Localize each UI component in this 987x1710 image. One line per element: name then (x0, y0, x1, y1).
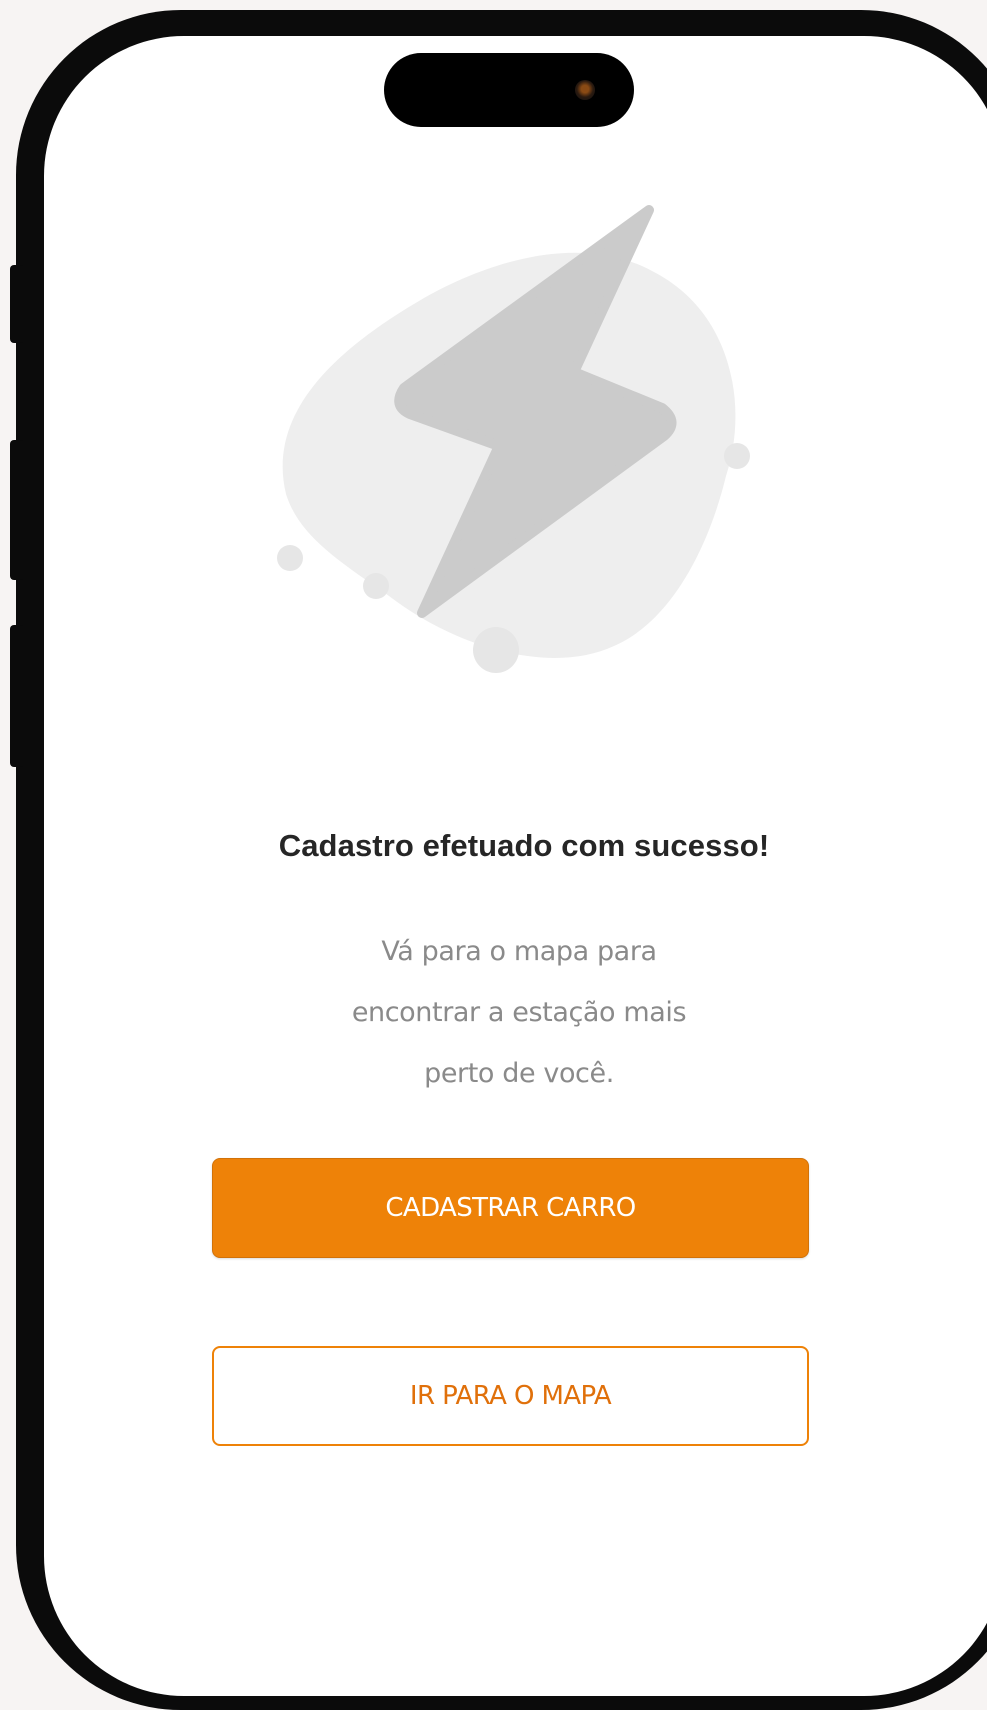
register-car-button-label: CADASTRAR CARRO (385, 1193, 636, 1223)
decor-circle (724, 443, 750, 469)
go-to-map-button-label: IR PARA O MAPA (409, 1381, 612, 1411)
phone-side-button-top (10, 265, 24, 343)
success-message-line: encontrar a estação mais (351, 997, 687, 1028)
decor-circle (277, 545, 303, 571)
register-car-button[interactable]: CADASTRAR CARRO (212, 1158, 809, 1258)
phone-side-button-bottom (10, 625, 24, 767)
go-to-map-button[interactable]: IR PARA O MAPA (212, 1346, 809, 1446)
decor-circle (363, 573, 389, 599)
phone-screen: Cadastro efetuado com sucesso! Vá para o… (44, 36, 987, 1696)
decor-circle (473, 627, 519, 673)
success-title: Cadastro efetuado com sucesso! (278, 828, 770, 863)
success-message-line: Vá para o mapa para (381, 936, 657, 967)
success-illustration (277, 205, 750, 673)
success-message-line: perto de você. (424, 1058, 614, 1089)
success-message: Vá para o mapa para encontrar a estação … (309, 921, 729, 1104)
phone-side-button-middle (10, 440, 24, 580)
